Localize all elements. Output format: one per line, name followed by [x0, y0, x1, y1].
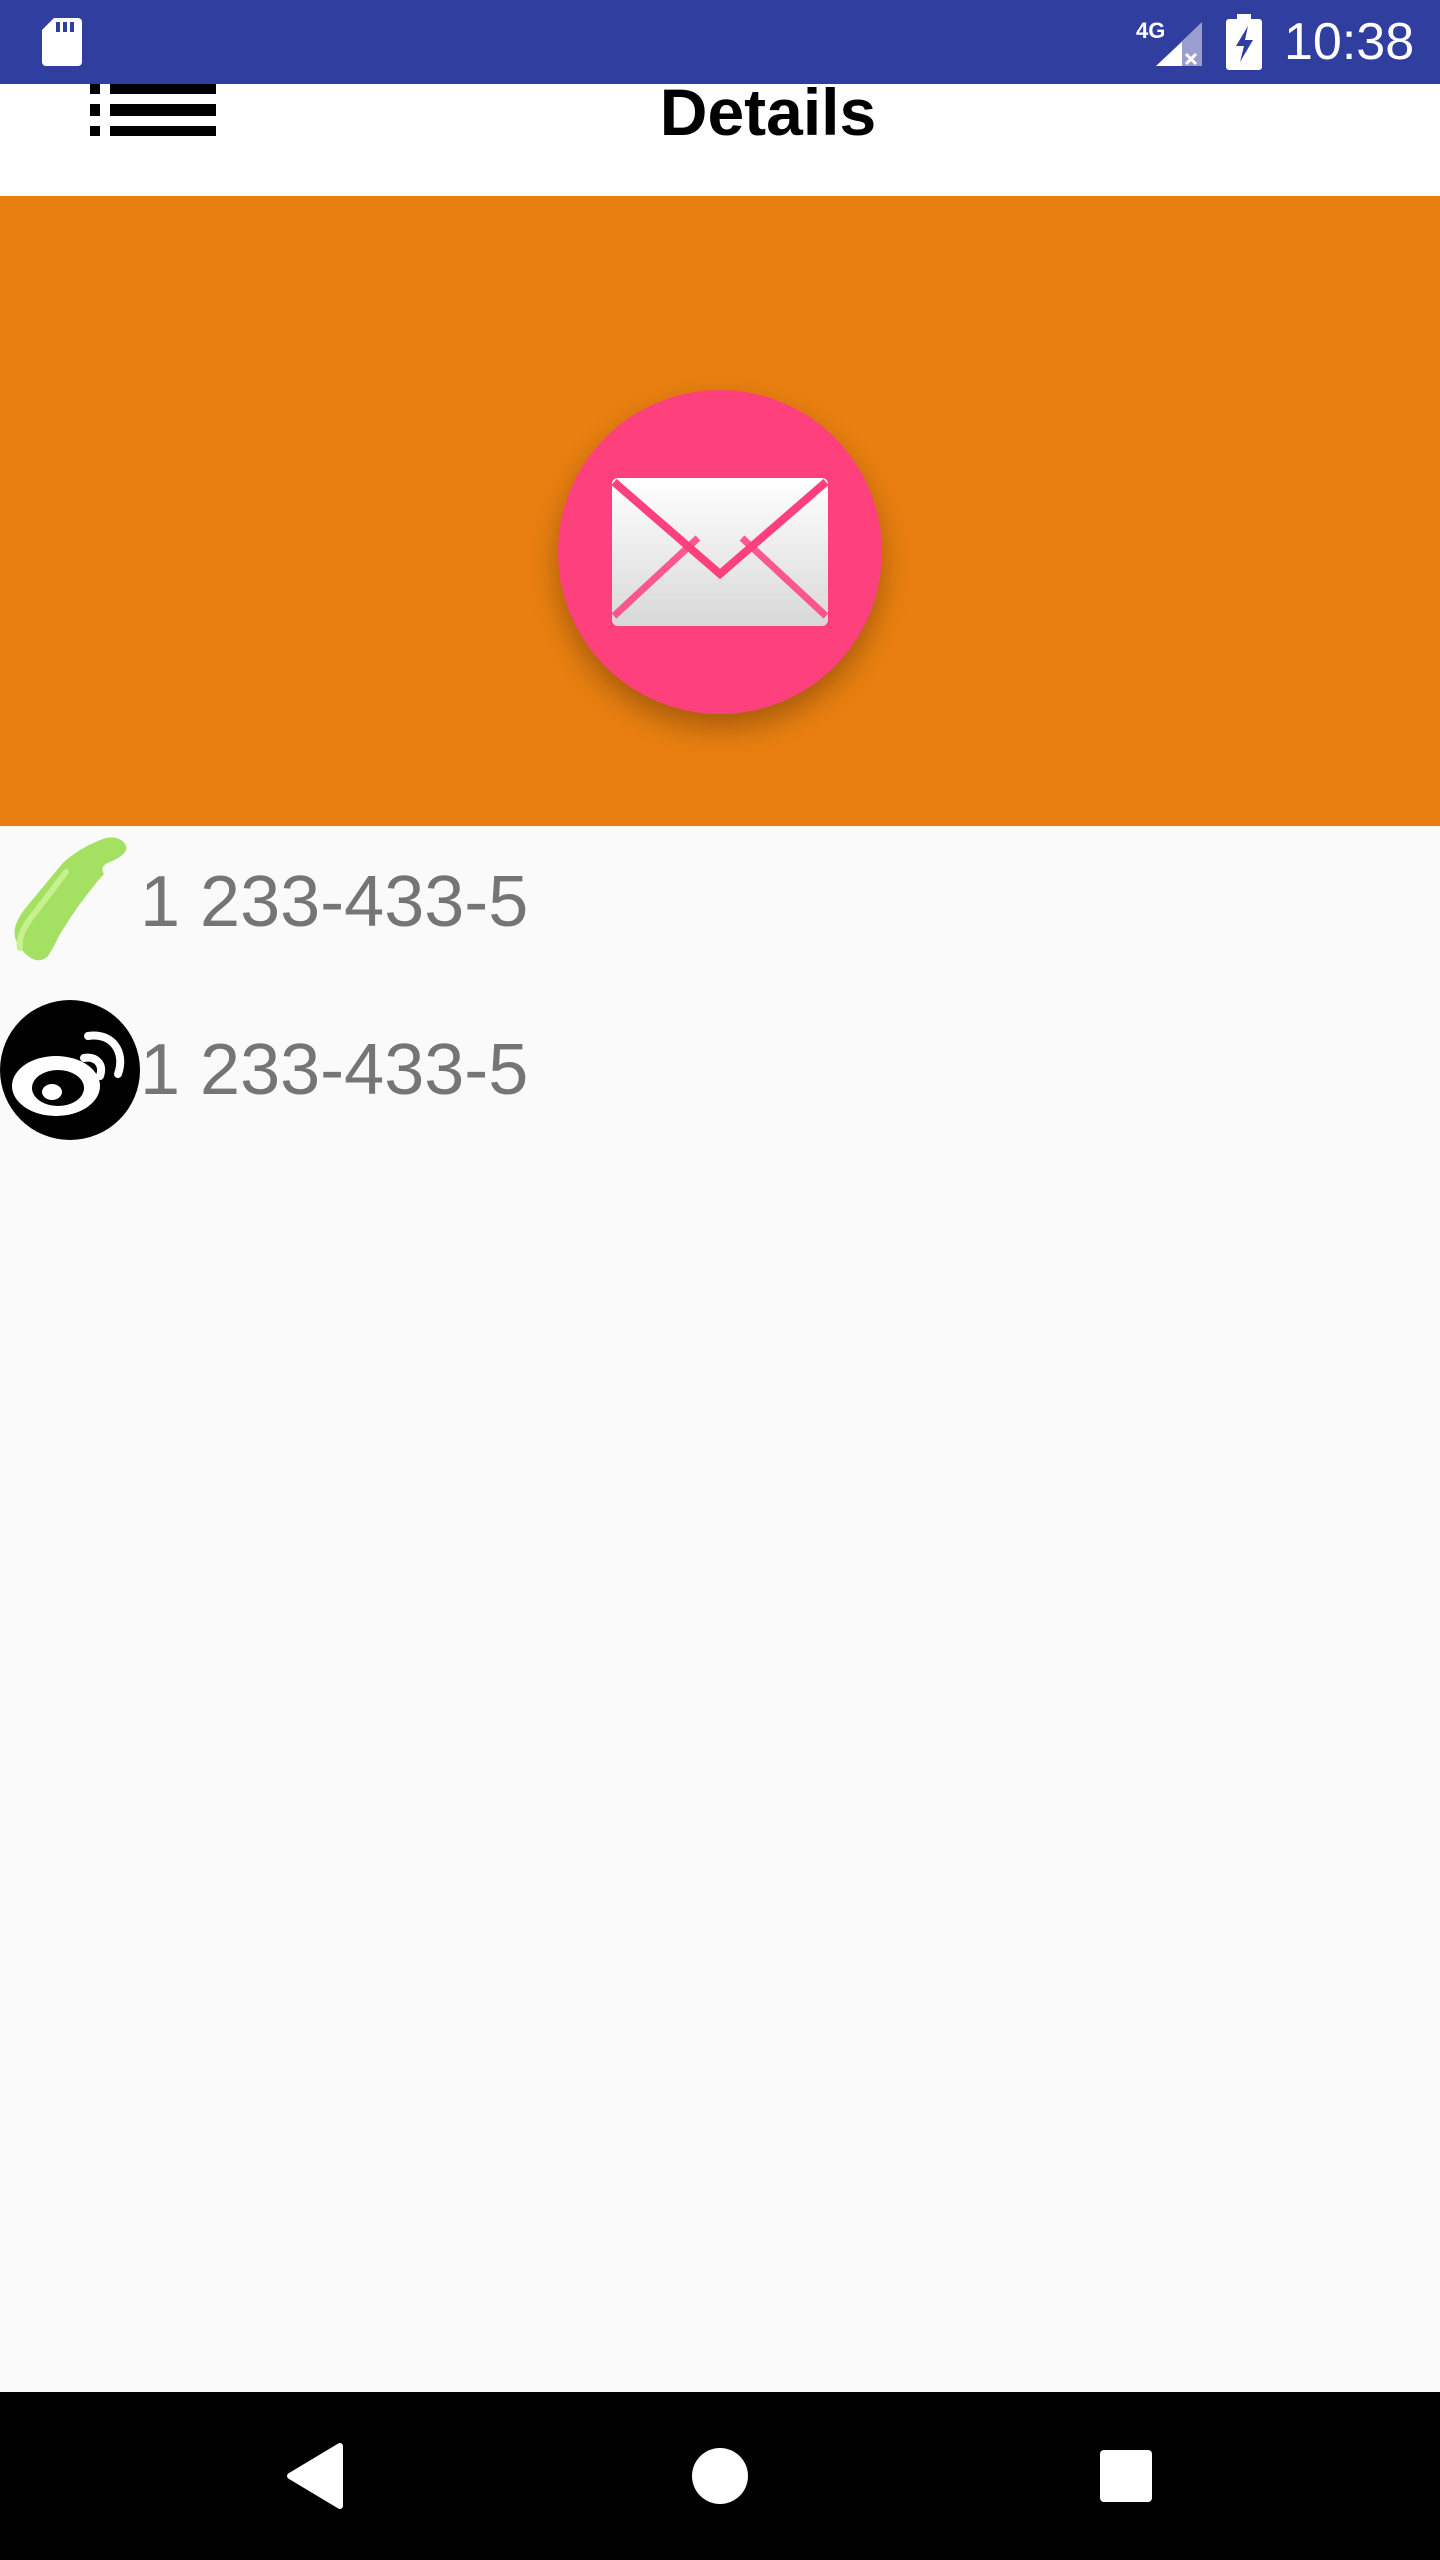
navigation-bar: [0, 2392, 1440, 2560]
back-icon[interactable]: [270, 2432, 358, 2520]
mail-icon: [611, 478, 829, 626]
mail-button[interactable]: [558, 390, 882, 714]
app-bar: Details: [0, 84, 1440, 196]
signal-icon: 4G: [1136, 18, 1202, 66]
phone-number: 1 233-433-5: [140, 862, 529, 942]
clock: 10:38: [1284, 13, 1415, 71]
sd-card-icon: [42, 18, 82, 66]
status-bar: 4G 10:38: [0, 0, 1440, 84]
phone-icon: [14, 837, 127, 961]
list-item-phone[interactable]: 1 233-433-5: [0, 832, 1440, 982]
recents-icon[interactable]: [1082, 2432, 1170, 2520]
page-title: Details: [659, 84, 877, 149]
weibo-icon: [0, 1000, 140, 1140]
list-item-weibo[interactable]: 1 233-433-5: [0, 1000, 1440, 1150]
weibo-number: 1 233-433-5: [140, 1030, 529, 1110]
home-icon[interactable]: [676, 2432, 764, 2520]
header-banner: [0, 196, 1440, 826]
battery-charging-icon: [1226, 14, 1262, 70]
network-type-label: 4G: [1136, 18, 1165, 43]
